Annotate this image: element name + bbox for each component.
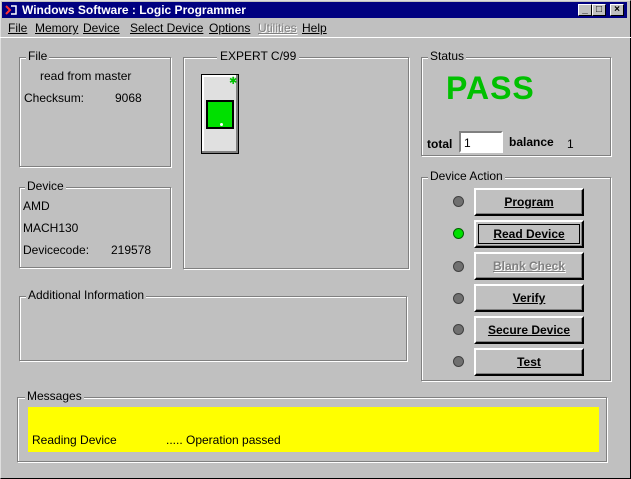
test-led-icon (453, 356, 464, 367)
title-bar[interactable]: Windows Software : Logic Programmer _ □ … (2, 2, 627, 18)
total-value: 1 (464, 136, 471, 150)
additional-info-group: Additional Information (19, 288, 407, 361)
message-result: ..... Operation passed (166, 433, 281, 447)
checksum-label: Checksum: (24, 91, 85, 105)
devicecode-label: Devicecode: (23, 243, 90, 257)
menu-select-device[interactable]: Select Device (130, 21, 203, 35)
additional-info-label: Additional Information (26, 288, 147, 302)
menu-separator (0, 37, 631, 38)
message-area: Reading Device ..... Operation passed (28, 407, 599, 452)
programmer-socket: ✱ (201, 74, 239, 154)
maximize-icon: □ (595, 4, 603, 15)
menu-memory[interactable]: Memory (35, 21, 78, 35)
expert-group-label: EXPERT C/99 (217, 49, 300, 63)
total-field[interactable]: 1 (459, 131, 503, 153)
minimize-button[interactable]: _ (578, 4, 592, 16)
window-title: Windows Software : Logic Programmer (22, 3, 246, 17)
test-button[interactable]: Test (474, 348, 584, 376)
devicecode-value: 219578 (111, 243, 152, 257)
message-status: Reading Device (32, 433, 117, 447)
checksum-value: 9068 (115, 91, 142, 105)
balance-label: balance (509, 135, 554, 149)
read-device-button[interactable]: Read Device (474, 220, 584, 248)
close-button[interactable]: × (610, 4, 624, 16)
verify-button[interactable]: Verify (474, 284, 584, 312)
maximize-button[interactable]: □ (592, 4, 606, 16)
device-part: MACH130 (23, 221, 79, 235)
app-icon (5, 5, 17, 15)
close-icon: × (614, 4, 620, 15)
program-led-icon (453, 196, 464, 207)
device-group-label: Device (25, 179, 66, 193)
result-text: PASS (446, 70, 535, 106)
device-manufacturer: AMD (23, 199, 50, 213)
read-device-led-icon (453, 228, 464, 239)
menu-help[interactable]: Help (302, 21, 327, 35)
minimize-icon: _ (582, 4, 588, 15)
program-button[interactable]: Program (474, 188, 584, 216)
file-source: read from master (40, 69, 132, 83)
balance-value: 1 (567, 137, 574, 151)
total-label: total (427, 137, 453, 151)
socket-led-icon: ✱ (229, 76, 238, 87)
verify-led-icon (453, 293, 464, 304)
device-action-label: Device Action (428, 169, 505, 183)
status-group-label: Status (428, 49, 467, 63)
menu-options[interactable]: Options (209, 21, 250, 35)
secure-device-button[interactable]: Secure Device (474, 316, 584, 344)
messages-label: Messages (25, 389, 84, 403)
secure-device-led-icon (453, 324, 464, 335)
chip-icon (206, 100, 234, 129)
menu-file[interactable]: File (8, 21, 27, 35)
menu-device[interactable]: Device (83, 21, 120, 35)
blank-check-led-icon (453, 261, 464, 272)
blank-check-button: Blank Check (474, 252, 584, 280)
menu-bar: File Memory Device Select Device Options… (2, 19, 627, 36)
menu-utilities: Utilities (258, 21, 297, 35)
file-group-label: File (26, 49, 50, 63)
